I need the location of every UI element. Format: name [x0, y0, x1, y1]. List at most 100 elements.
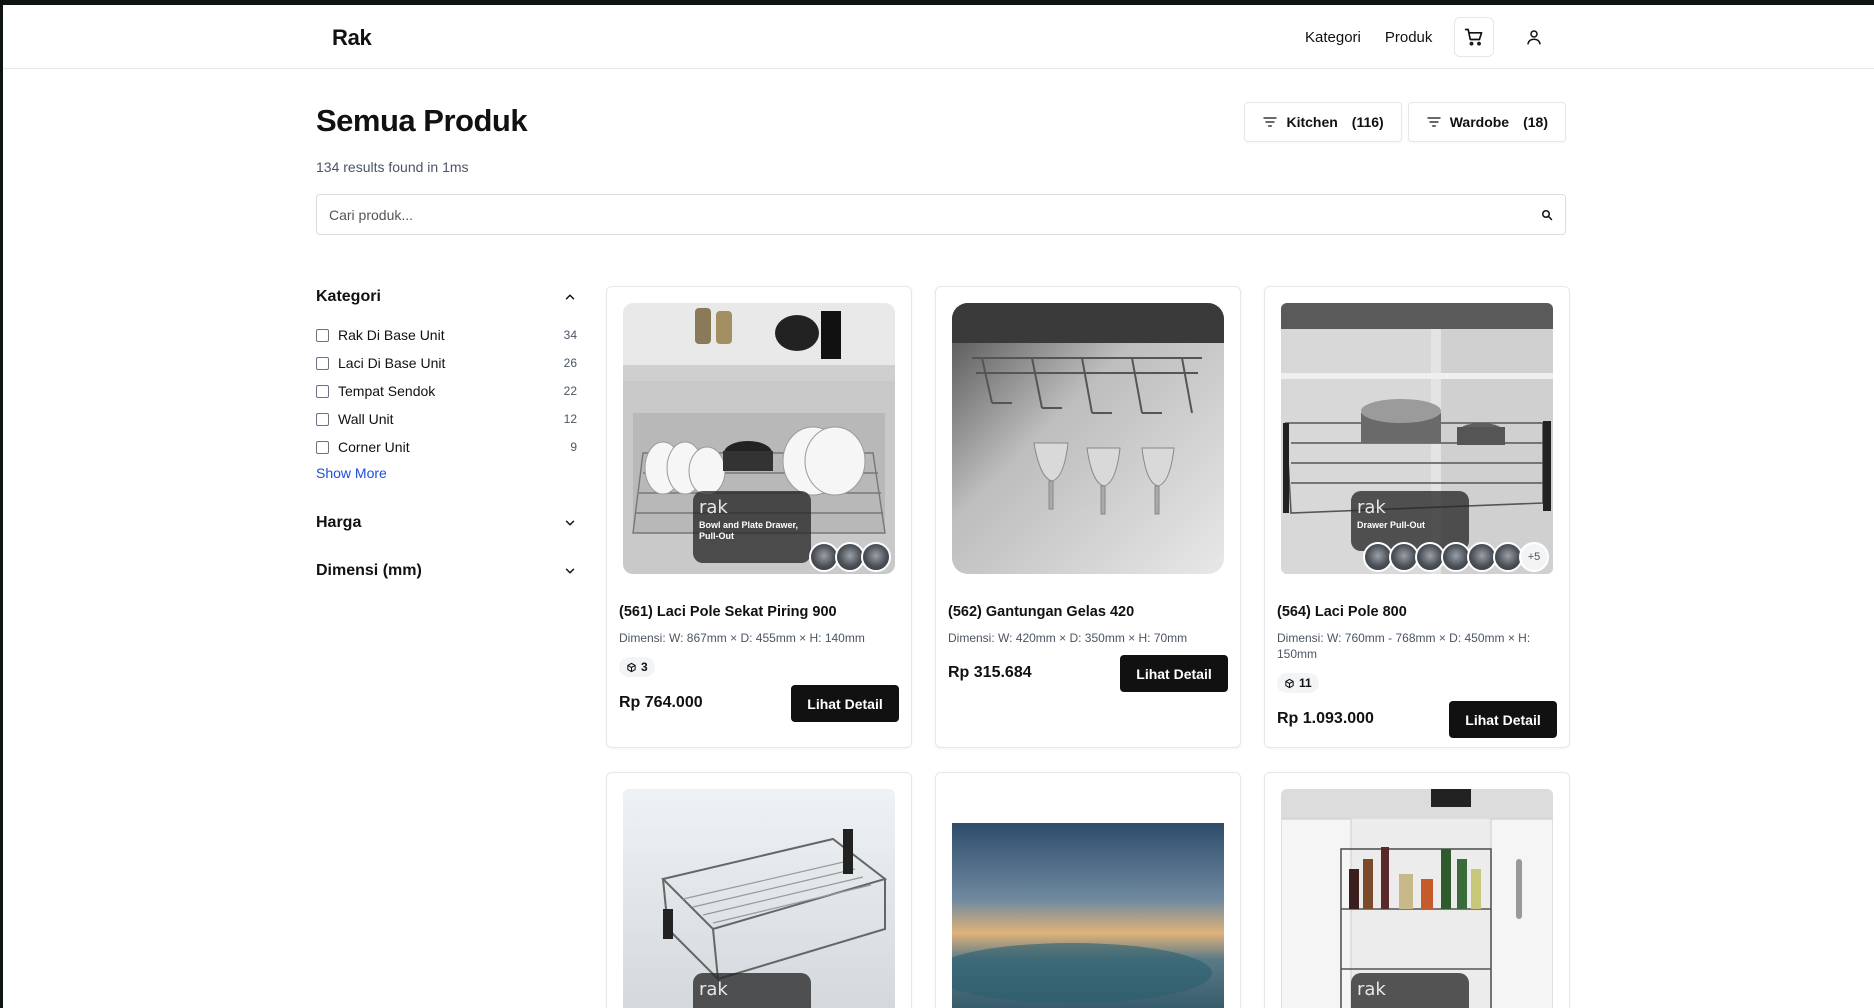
more-variants-indicator[interactable]: +5	[1519, 542, 1549, 572]
checkbox[interactable]	[316, 440, 329, 454]
quick-filters: Kitchen (116) Wardobe (18)	[1244, 102, 1566, 142]
product-card[interactable]: (562) Gantungan Gelas 420 Dimensi: W: 42…	[935, 286, 1241, 748]
facet-option-label: Corner Unit	[338, 439, 410, 455]
search-input[interactable]	[329, 206, 1541, 223]
cart-button[interactable]	[1454, 17, 1495, 57]
brand-overlay: rak	[1351, 973, 1469, 1008]
checkbox[interactable]	[316, 356, 329, 370]
quick-filter-kitchen[interactable]: Kitchen (116)	[1244, 102, 1402, 142]
search-bar	[316, 194, 1566, 235]
variant-count-badge: 11	[1277, 673, 1319, 693]
product-card[interactable]: rak Bowl and Plate Drawer, Pull-Out (561…	[606, 286, 912, 748]
chevron-up-icon[interactable]	[563, 290, 577, 304]
overlay-brand: rak	[699, 497, 728, 518]
checkbox[interactable]	[316, 412, 329, 426]
checkbox[interactable]	[316, 328, 329, 342]
product-image[interactable]	[952, 303, 1224, 574]
filter-icon	[1427, 117, 1441, 127]
quick-filter-count: (18)	[1523, 114, 1548, 130]
brand-overlay: rak Bowl and Plate Drawer, Pull-Out	[693, 491, 811, 563]
facet-option-tempat-sendok[interactable]: Tempat Sendok 22	[316, 377, 577, 405]
facet-option-count: 26	[563, 356, 577, 370]
product-card[interactable]: rak	[1264, 772, 1570, 1008]
facet-title: Kategori	[316, 288, 381, 305]
show-more-link[interactable]: Show More	[316, 465, 387, 481]
facet-option-label: Laci Di Base Unit	[338, 355, 446, 371]
quick-filter-label: Wardobe	[1449, 114, 1510, 130]
variant-count-badge: 3	[619, 657, 655, 677]
app-window: Rak Kategori Produk Semua Produk 134 res…	[3, 5, 1874, 1008]
user-button[interactable]	[1514, 17, 1554, 57]
facet-option-count: 22	[563, 384, 577, 398]
product-price: Rp 764.000	[619, 694, 703, 711]
product-card[interactable]: rak Drawer Pull-Out +5 (564) Laci Pole 8…	[1264, 286, 1570, 748]
results-summary: 134 results found in 1ms	[316, 159, 469, 175]
facet-option-label: Wall Unit	[338, 411, 394, 427]
product-title[interactable]: (562) Gantungan Gelas 420	[948, 604, 1134, 620]
box-icon	[1285, 678, 1294, 688]
product-card[interactable]	[935, 772, 1241, 1008]
filter-sidebar: Kategori Rak Di Base Unit 34 Laci Di Bas…	[316, 285, 577, 583]
top-navbar: Rak Kategori Produk	[3, 5, 1874, 69]
product-price: Rp 1.093.000	[1277, 710, 1374, 727]
overlay-brand: rak	[1357, 497, 1386, 518]
product-title[interactable]: (564) Laci Pole 800	[1277, 604, 1407, 620]
page-title: Semua Produk	[316, 103, 528, 138]
view-detail-button[interactable]: Lihat Detail	[791, 685, 899, 722]
quick-filter-wardobe[interactable]: Wardobe (18)	[1407, 102, 1566, 142]
product-image[interactable]	[952, 823, 1224, 1008]
chevron-down-icon[interactable]	[563, 516, 577, 530]
product-image[interactable]: rak Drawer Pull-Out +5	[1281, 303, 1553, 574]
variant-thumbnails	[809, 542, 891, 572]
quick-filter-count: (116)	[1351, 114, 1384, 130]
overlay-caption: Bowl and Plate Drawer, Pull-Out	[699, 520, 799, 541]
product-title[interactable]: (561) Laci Pole Sekat Piring 900	[619, 604, 837, 620]
facet-option-rak-di-base-unit[interactable]: Rak Di Base Unit 34	[316, 321, 577, 349]
product-card[interactable]: rak	[606, 772, 912, 1008]
variant-thumbnail[interactable]	[861, 542, 891, 572]
facet-option-label: Rak Di Base Unit	[338, 327, 445, 343]
product-photo	[952, 303, 1224, 574]
filter-icon	[1263, 117, 1278, 127]
facet-title: Dimensi (mm)	[316, 562, 422, 579]
facet-title: Harga	[316, 514, 362, 531]
product-image[interactable]: rak	[1281, 789, 1553, 1008]
checkbox[interactable]	[316, 384, 329, 398]
facet-option-label: Tempat Sendok	[338, 383, 436, 399]
facet-option-count: 34	[563, 328, 577, 342]
search-icon[interactable]	[1541, 209, 1553, 221]
nav-link-produk[interactable]: Produk	[1373, 19, 1445, 56]
box-icon	[627, 662, 636, 672]
product-photo-placeholder	[952, 823, 1224, 1008]
facet-dimensi-header[interactable]: Dimensi (mm)	[316, 559, 577, 583]
product-image[interactable]: rak	[623, 789, 895, 1008]
facet-option-laci-di-base-unit[interactable]: Laci Di Base Unit 26	[316, 349, 577, 377]
main-nav: Kategori Produk	[1293, 17, 1554, 57]
product-price: Rp 315.684	[948, 664, 1032, 681]
overlay-brand: rak	[699, 979, 728, 1000]
view-detail-button[interactable]: Lihat Detail	[1449, 701, 1557, 738]
variant-count: 3	[641, 660, 648, 674]
user-icon	[1527, 30, 1542, 45]
overlay-caption: Drawer Pull-Out	[1357, 520, 1426, 530]
brand-overlay: rak	[693, 973, 811, 1008]
variant-count: 11	[1299, 676, 1312, 690]
facet-option-corner-unit[interactable]: Corner Unit 9	[316, 433, 577, 461]
quick-filter-label: Kitchen	[1286, 114, 1338, 130]
product-dimensions: Dimensi: W: 760mm - 768mm × D: 450mm × H…	[1277, 631, 1531, 661]
facet-kategori-header[interactable]: Kategori	[316, 285, 577, 309]
facet-option-count: 9	[570, 440, 577, 454]
chevron-down-icon[interactable]	[563, 564, 577, 578]
cart-icon	[1465, 28, 1483, 46]
nav-link-kategori[interactable]: Kategori	[1293, 19, 1373, 56]
product-dimensions: Dimensi: W: 420mm × D: 350mm × H: 70mm	[948, 631, 1188, 645]
brand-logo[interactable]: Rak	[332, 25, 372, 51]
facet-option-count: 12	[563, 412, 577, 426]
product-image[interactable]: rak Bowl and Plate Drawer, Pull-Out	[623, 303, 895, 574]
facet-kategori-list: Rak Di Base Unit 34 Laci Di Base Unit 26…	[316, 321, 577, 483]
facet-harga-header[interactable]: Harga	[316, 511, 577, 535]
overlay-brand: rak	[1357, 979, 1386, 1000]
facet-option-wall-unit[interactable]: Wall Unit 12	[316, 405, 577, 433]
variant-thumbnails: +5	[1363, 542, 1549, 572]
view-detail-button[interactable]: Lihat Detail	[1120, 655, 1228, 692]
